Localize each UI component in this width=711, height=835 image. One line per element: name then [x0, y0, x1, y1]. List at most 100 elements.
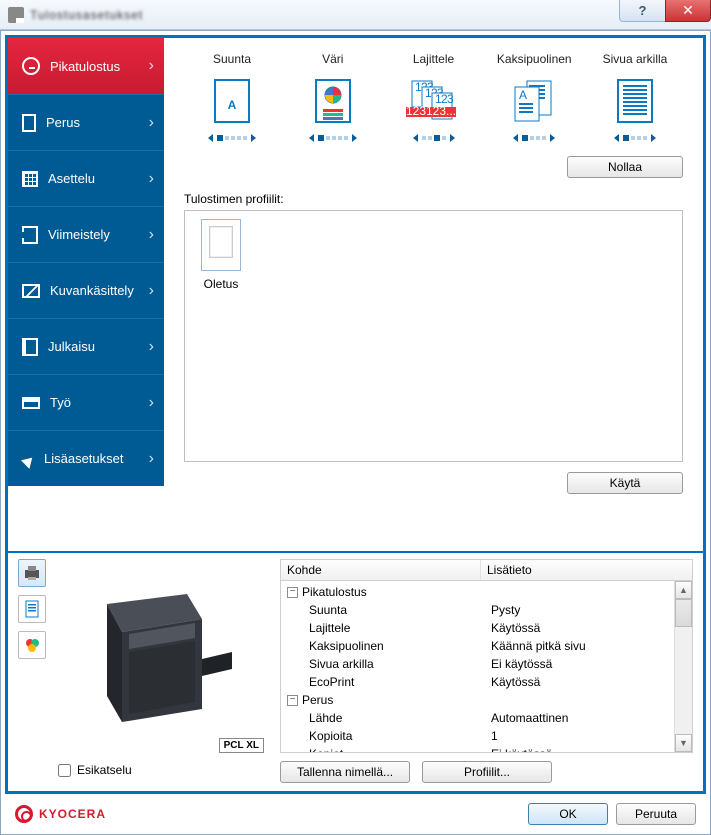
summary-header-item: Kohde	[281, 560, 481, 580]
tree-collapse-icon[interactable]: −	[287, 695, 298, 706]
preview-checkbox-input[interactable]	[58, 764, 71, 777]
quick-option-lajittele[interactable]: Lajittele 123 123 123 123123...	[386, 52, 482, 142]
tree-val: Automaattinen	[487, 710, 692, 726]
page-icon	[22, 114, 36, 132]
tree-val: Käytössä	[487, 620, 692, 636]
profiles-listbox[interactable]: Oletus	[184, 210, 683, 462]
preview-checkbox[interactable]: Esikatselu	[58, 763, 132, 777]
chevron-right-icon: ›	[149, 450, 154, 468]
scroll-down-icon[interactable]: ▼	[675, 734, 692, 752]
imaging-icon	[22, 284, 40, 298]
tree-val: 1	[487, 728, 692, 744]
profile-thumbnail-icon	[201, 219, 241, 271]
chevron-right-icon: ›	[149, 170, 154, 188]
quick-print-panel: Suunta A Väri	[164, 38, 703, 543]
tree-val: Ei käytössä	[487, 746, 692, 753]
option-pager[interactable]	[587, 134, 683, 142]
tree-key: Kopiot	[287, 746, 487, 753]
reset-button[interactable]: Nollaa	[567, 156, 683, 178]
sidebar-item-label: Asettelu	[48, 171, 95, 186]
cancel-button[interactable]: Peruuta	[616, 803, 696, 825]
scrollbar[interactable]: ▲ ▼	[674, 581, 692, 752]
option-pager[interactable]	[486, 134, 582, 142]
quick-option-suunta[interactable]: Suunta A	[184, 52, 280, 142]
close-button[interactable]: ✕	[665, 0, 711, 22]
sidebar-item-asettelu[interactable]: Asettelu ›	[8, 150, 164, 206]
layout-icon	[22, 171, 38, 187]
help-button[interactable]: ?	[619, 0, 665, 22]
tree-key: Kaksipuolinen	[287, 638, 487, 654]
color-icon	[285, 76, 381, 126]
scroll-thumb[interactable]	[675, 599, 692, 627]
chevron-right-icon: ›	[149, 226, 154, 244]
chevron-right-icon: ›	[149, 282, 154, 300]
tree-val: Pysty	[487, 602, 692, 618]
printer-3d-preview	[77, 574, 247, 734]
sidebar-item-tyo[interactable]: Työ ›	[8, 374, 164, 430]
sidebar-item-lisaasetukset[interactable]: Lisäasetukset ›	[8, 430, 164, 486]
color-small-icon	[23, 636, 41, 654]
duplex-icon: A	[486, 76, 582, 126]
tree-group-label: Perus	[302, 692, 333, 708]
sidebar: Pikatulostus › Perus › Asettelu › Viimei…	[8, 38, 164, 543]
option-pager[interactable]	[184, 134, 280, 142]
printer-small-icon	[23, 564, 41, 582]
scroll-up-icon[interactable]: ▲	[675, 581, 692, 599]
tree-key: EcoPrint	[287, 674, 487, 690]
option-pager[interactable]	[285, 134, 381, 142]
titlebar: Tulostusasetukset ? ✕	[0, 0, 711, 30]
tree-val: Käytössä	[487, 674, 692, 690]
quick-option-kaksipuolinen[interactable]: Kaksipuolinen A	[486, 52, 582, 142]
option-pager[interactable]	[386, 134, 482, 142]
sidebar-item-label: Viimeistely	[48, 227, 110, 242]
preview-column: PCL XL Esikatselu	[8, 553, 276, 791]
profiles-label: Tulostimen profiilit:	[184, 192, 683, 206]
ok-button[interactable]: OK	[528, 803, 608, 825]
brand-text: KYOCERA	[39, 807, 106, 821]
chevron-right-icon: ›	[149, 394, 154, 412]
preview-checkbox-label: Esikatselu	[77, 763, 132, 777]
tree-key: Kopioita	[287, 728, 487, 744]
sidebar-item-kuvankasittely[interactable]: Kuvankäsittely ›	[8, 262, 164, 318]
tree-collapse-icon[interactable]: −	[287, 587, 298, 598]
profiles-button[interactable]: Profiilit...	[422, 761, 552, 783]
printer-icon	[8, 7, 24, 23]
preview-tab-printer[interactable]	[18, 559, 46, 587]
save-as-button[interactable]: Tallenna nimellä...	[280, 761, 410, 783]
sidebar-item-label: Perus	[46, 115, 80, 130]
collate-icon: 123 123 123 123123...	[386, 76, 482, 126]
svg-text:123123...: 123123...	[406, 104, 456, 118]
quick-option-vari[interactable]: Väri	[285, 52, 381, 142]
tree-val: Ei käytössä	[487, 656, 692, 672]
tree-group-label: Pikatulostus	[302, 584, 367, 600]
profile-item[interactable]: Oletus	[193, 219, 249, 291]
tree-key: Lajittele	[287, 620, 487, 636]
quick-option-label: Kaksipuolinen	[486, 52, 582, 66]
chevron-right-icon: ›	[149, 114, 154, 132]
quick-option-sivua-arkilla[interactable]: Sivua arkilla	[587, 52, 683, 142]
kyocera-logo-icon	[15, 805, 33, 823]
sidebar-item-label: Lisäasetukset	[44, 451, 124, 466]
chevron-right-icon: ›	[149, 57, 154, 75]
job-icon	[22, 397, 40, 409]
brand-logo: KYOCERA	[15, 805, 106, 823]
summary-header: Kohde Lisätieto	[280, 559, 693, 581]
sidebar-item-julkaisu[interactable]: Julkaisu ›	[8, 318, 164, 374]
sidebar-item-perus[interactable]: Perus ›	[8, 94, 164, 150]
profile-name: Oletus	[193, 277, 249, 291]
preview-tab-page[interactable]	[18, 595, 46, 623]
sidebar-item-viimeistely[interactable]: Viimeistely ›	[8, 206, 164, 262]
preview-tab-color[interactable]	[18, 631, 46, 659]
publish-icon	[22, 338, 38, 356]
tree-key: Suunta	[287, 602, 487, 618]
nup-icon	[587, 76, 683, 126]
quick-option-label: Sivua arkilla	[587, 52, 683, 66]
quick-option-label: Väri	[285, 52, 381, 66]
svg-text:A: A	[519, 88, 527, 102]
summary-tree[interactable]: −Pikatulostus SuuntaPysty LajitteleKäytö…	[280, 581, 693, 753]
sidebar-item-label: Kuvankäsittely	[50, 283, 134, 298]
driver-badge: PCL XL	[219, 738, 264, 753]
sidebar-item-pikatulostus[interactable]: Pikatulostus ›	[8, 38, 164, 94]
tree-key: Sivua arkilla	[287, 656, 487, 672]
apply-button[interactable]: Käytä	[567, 472, 683, 494]
